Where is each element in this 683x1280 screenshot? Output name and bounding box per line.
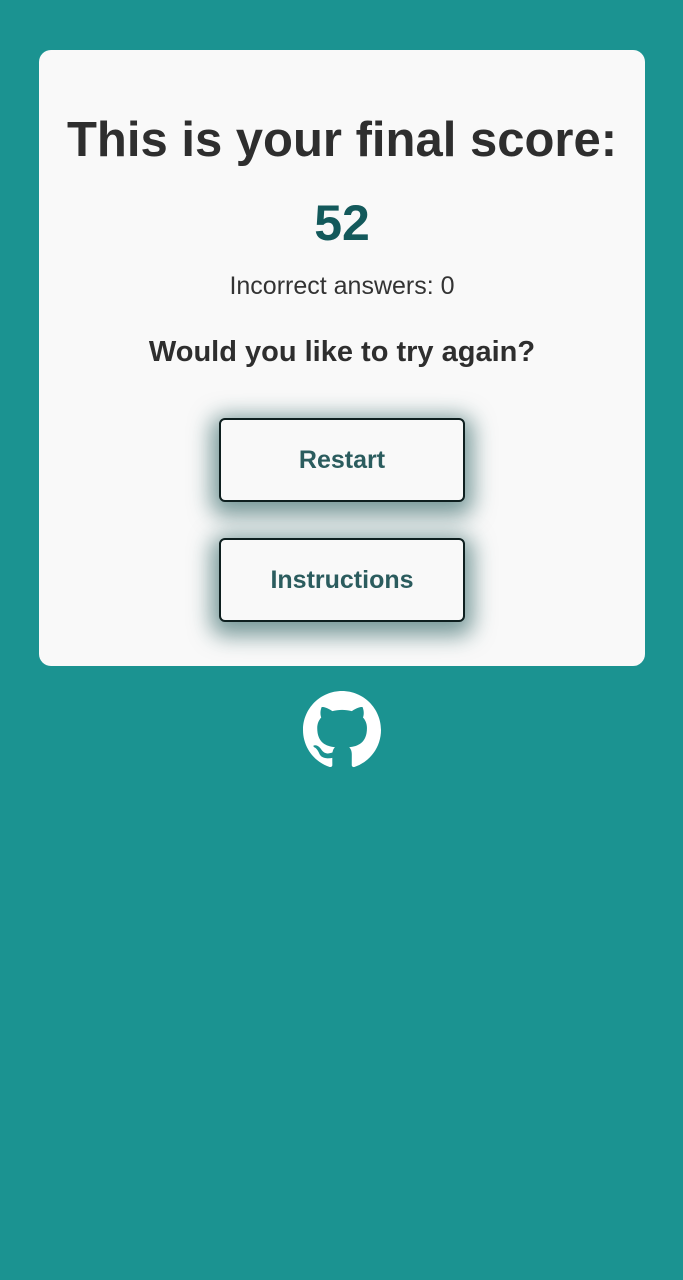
try-again-question: Would you like to try again? [148, 336, 536, 368]
incorrect-answers-label: Incorrect answers: [229, 272, 434, 300]
incorrect-answers-count: 0 [440, 272, 455, 300]
final-score-heading: This is your final score: [66, 113, 618, 167]
final-score-value: 52 [314, 195, 370, 251]
instructions-button[interactable]: Instructions [219, 538, 465, 622]
restart-button[interactable]: Restart [219, 418, 465, 502]
incorrect-answers: Incorrect answers: 0 [39, 270, 645, 302]
github-icon[interactable] [303, 691, 381, 769]
score-card: This is your final score: 52 Incorrect a… [39, 50, 645, 666]
